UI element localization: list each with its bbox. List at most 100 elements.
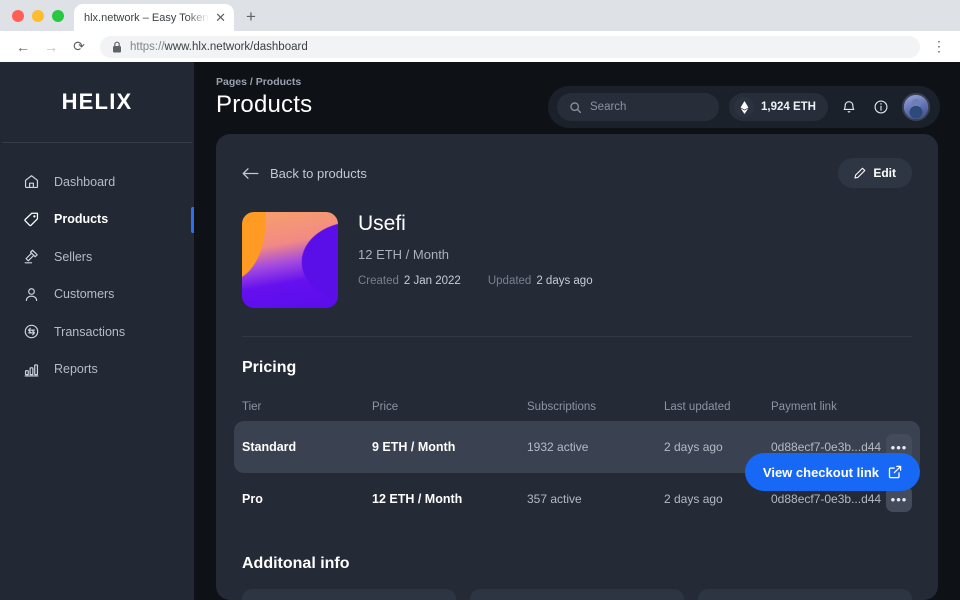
avatar-image [904,95,928,119]
page-header-text: Pages / Products Products [216,76,312,119]
window-controls [8,10,74,31]
sidebar-item-products[interactable]: Products [0,201,194,239]
brand-logo[interactable]: HELIX [0,62,194,142]
app-root: HELIX Dashboard [0,62,960,600]
tab-close-icon[interactable]: ✕ [213,11,228,24]
sidebar-divider [2,142,192,143]
eth-balance-amount: 1,924 ETH [761,101,816,113]
sidebar-item-label: Reports [54,362,98,376]
search-icon [569,101,582,114]
sidebar-item-dashboard[interactable]: Dashboard [0,163,194,201]
search-input[interactable]: Search [557,93,719,121]
sidebar-item-label: Dashboard [54,175,115,189]
reload-button[interactable]: ⟳ [66,34,92,60]
info-card[interactable] [698,589,912,600]
gavel-icon [22,248,40,266]
view-checkout-link-tooltip[interactable]: View checkout link [745,453,920,491]
edit-button[interactable]: Edit [838,158,912,188]
additional-info-title: Additonal info [242,555,912,573]
info-card[interactable] [470,589,684,600]
column-header-subscriptions: Subscriptions [527,401,664,413]
sidebar-nav: Dashboard Products [0,163,194,388]
cell-subscriptions: 1932 active [527,440,664,454]
page-title: Products [216,91,312,119]
cell-last-updated: 2 days ago [664,492,771,506]
column-header-tier: Tier [242,401,372,413]
address-bar[interactable]: https://www.hlx.network/dashboard [100,36,920,58]
back-to-products-link[interactable]: Back to products [242,166,367,181]
maximize-window-button[interactable] [52,10,64,22]
external-link-icon [888,465,902,479]
sidebar-item-label: Customers [54,287,114,301]
additional-info-cards [242,589,912,600]
product-price: 12 ETH / Month [358,247,593,262]
cell-payment-link: 0d88ecf7-0e3b...d44 [771,440,886,454]
product-info: Usefi 12 ETH / Month Created 2 Jan 2022 U… [358,212,593,308]
main-content: Pages / Products Products Search [194,62,960,600]
sidebar-item-label: Products [54,212,108,226]
browser-window: hlx.network – Easy Token Subs ✕ + ← → ⟳ … [0,0,960,600]
product-meta: Created 2 Jan 2022 Updated 2 days ago [358,275,593,287]
tooltip-label: View checkout link [763,465,879,480]
minimize-window-button[interactable] [32,10,44,22]
url-text: https://www.hlx.network/dashboard [130,41,308,53]
person-icon [22,285,40,303]
lock-icon [112,41,122,53]
cell-payment-link: 0d88ecf7-0e3b...d44 [771,492,886,506]
updated-label: Updated [488,275,531,287]
column-header-price: Price [372,401,527,413]
bar-chart-icon [22,360,40,378]
arrow-left-icon [242,167,259,180]
pencil-icon [854,167,866,179]
forward-button[interactable]: → [38,34,64,60]
tag-icon [22,210,40,228]
cell-last-updated: 2 days ago [664,440,771,454]
page-header: Pages / Products Products Search [194,62,960,134]
url-scheme: https:// [130,41,165,53]
content-area: Back to products Edit Usefi [194,134,960,600]
sidebar-item-label: Transactions [54,325,125,339]
card-header: Back to products Edit [242,156,912,190]
back-button[interactable]: ← [10,34,36,60]
cell-tier: Standard [242,440,372,454]
cell-price: 12 ETH / Month [372,492,527,506]
browser-menu-icon[interactable]: ⋮ [928,38,950,55]
sidebar: HELIX Dashboard [0,62,194,600]
browser-tab-strip: hlx.network – Easy Token Subs ✕ + [0,0,960,31]
info-card[interactable] [242,589,456,600]
bell-icon[interactable] [838,96,860,118]
eth-balance-pill[interactable]: 1,924 ETH [729,93,828,121]
product-detail-card: Back to products Edit Usefi [216,134,938,600]
header-toolbar: Search 1,924 ETH [548,86,940,128]
sidebar-item-sellers[interactable]: Sellers [0,238,194,276]
sidebar-item-label: Sellers [54,250,92,264]
new-tab-button[interactable]: + [234,8,266,31]
edit-label: Edit [873,166,896,180]
browser-tab[interactable]: hlx.network – Easy Token Subs ✕ [74,4,234,31]
cell-price: 9 ETH / Month [372,440,527,454]
updated-value: 2 days ago [536,275,592,287]
product-thumbnail [242,212,338,308]
pricing-section-title: Pricing [242,359,912,377]
transfer-icon [22,323,40,341]
column-header-last-updated: Last updated [664,401,771,413]
sidebar-item-customers[interactable]: Customers [0,276,194,314]
home-icon [22,173,40,191]
created-label: Created [358,275,399,287]
product-summary: Usefi 12 ETH / Month Created 2 Jan 2022 U… [242,212,912,308]
search-placeholder: Search [590,101,626,113]
tab-title: hlx.network – Easy Token Subs [84,12,209,24]
sidebar-item-transactions[interactable]: Transactions [0,313,194,351]
table-header-row: Tier Price Subscriptions Last updated Pa… [242,393,912,421]
back-label: Back to products [270,166,367,181]
sidebar-item-reports[interactable]: Reports [0,351,194,389]
product-created: Created 2 Jan 2022 [358,275,461,287]
product-name: Usefi [358,212,593,236]
pricing-table: Tier Price Subscriptions Last updated Pa… [242,393,912,525]
created-value: 2 Jan 2022 [404,275,461,287]
info-circle-icon[interactable] [870,96,892,118]
user-avatar[interactable] [902,93,930,121]
browser-toolbar: ← → ⟳ https://www.hlx.network/dashboard … [0,31,960,62]
breadcrumb[interactable]: Pages / Products [216,76,312,88]
close-window-button[interactable] [12,10,24,22]
